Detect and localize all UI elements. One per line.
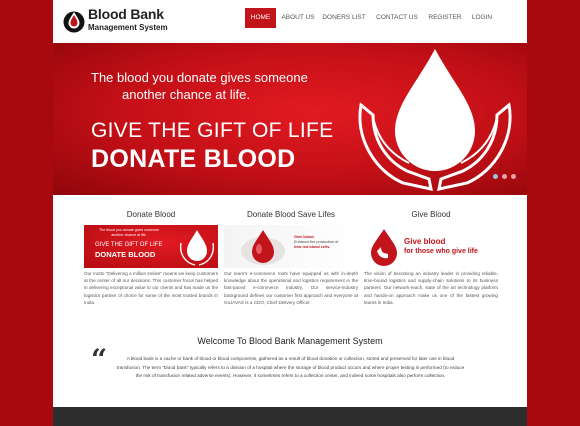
thumb-headline: GIVE THE GIFT OF LIFE [95, 242, 163, 248]
nav-register[interactable]: REGISTER [427, 8, 463, 28]
logo[interactable]: Blood Bank Management System [63, 5, 183, 35]
thumb-caption-em: Give blood. [294, 235, 315, 239]
slider-dot-2[interactable] [502, 174, 507, 179]
column-title: Donate Blood [126, 210, 176, 219]
thumb-caption-line1: Give blood [404, 237, 446, 246]
column-text: The vision of becoming an industry leade… [364, 271, 498, 305]
hand-drop-icon [371, 229, 397, 266]
banner-cta: DONATE BLOOD [91, 145, 296, 173]
thumb-caption-line2: Enhance the production of [294, 240, 339, 244]
column-text: Our motto "Delivering a million smiles" … [84, 271, 218, 305]
nav-about-us[interactable]: ABOUT US [279, 8, 317, 28]
logo-title: Blood Bank [88, 6, 164, 22]
header: Blood Bank Management System HOME ABOUT … [53, 0, 527, 38]
nav-doners-list[interactable]: DONERS LIST [322, 8, 366, 28]
blood-drop-icon [241, 230, 285, 265]
thumb-caption-line3: new red blood cells. [294, 245, 331, 249]
slider-dot-1[interactable] [493, 174, 498, 179]
banner-headline: GIVE THE GIFT OF LIFE [91, 119, 334, 142]
thumb-caption: Give blood. Enhance the production of ne… [294, 235, 354, 250]
blood-drop-hands-illustration [358, 49, 512, 191]
donate-blood-thumbnail[interactable]: The blood you donate gives someone anoth… [84, 225, 218, 268]
thumb-text-line2: another chance at life. [111, 233, 147, 237]
column-title: Give Blood [411, 210, 451, 219]
welcome-title: Welcome To Blood Bank Management System [197, 336, 383, 346]
blood-drop-logo-icon [63, 11, 85, 33]
thumb-text-line1: The blood you donate gives someone [99, 228, 159, 232]
footer [53, 407, 527, 426]
column-text: Our team's e-commerce roots have equippe… [224, 271, 358, 305]
logo-subtitle: Management System [88, 23, 168, 32]
thumb-caption-line2: for those who give life [404, 248, 478, 255]
give-blood-thumbnail[interactable]: Give blood for those who give life [364, 225, 498, 268]
banner-tagline-line1: The blood you donate gives someone [91, 70, 308, 85]
slider-dot-3[interactable] [511, 174, 516, 179]
nav-login[interactable]: LOGIN [467, 8, 497, 28]
nav-contact-us[interactable]: CONTACT US [372, 8, 422, 28]
page: Blood Bank Management System HOME ABOUT … [53, 0, 527, 426]
quote-icon: “ [91, 343, 108, 376]
nav-home[interactable]: HOME [245, 8, 276, 28]
hero-banner[interactable]: The blood you donate gives someone anoth… [53, 43, 527, 195]
thumb-cta: DONATE BLOOD [95, 250, 156, 259]
blood-drop-hands-icon [179, 230, 215, 266]
column-title: Donate Blood Save Lifes [246, 210, 336, 219]
save-lifes-thumbnail[interactable]: Give blood. Enhance the production of ne… [224, 225, 358, 268]
welcome-text: A blood bank is a cache or bank of blood… [116, 356, 465, 379]
banner-tagline-line2: another chance at life. [122, 87, 250, 102]
